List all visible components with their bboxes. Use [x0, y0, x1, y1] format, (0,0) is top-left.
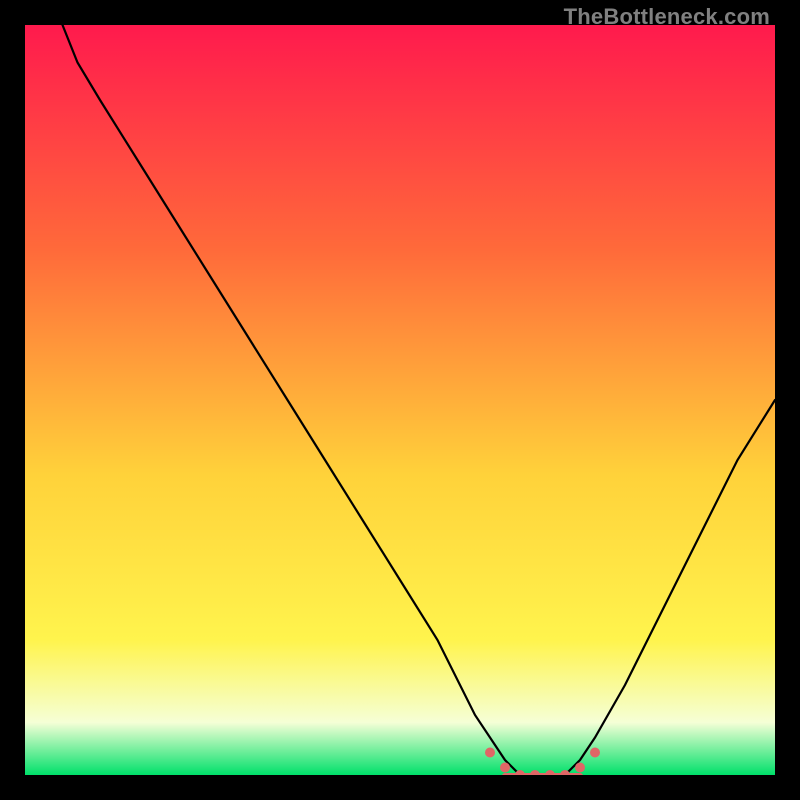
chart-frame — [25, 25, 775, 775]
valley-dot — [500, 763, 510, 773]
bottleneck-chart — [25, 25, 775, 775]
valley-dot — [575, 763, 585, 773]
gradient-bg — [25, 25, 775, 775]
valley-dot — [485, 748, 495, 758]
valley-dot — [590, 748, 600, 758]
stage: TheBottleneck.com — [0, 0, 800, 800]
